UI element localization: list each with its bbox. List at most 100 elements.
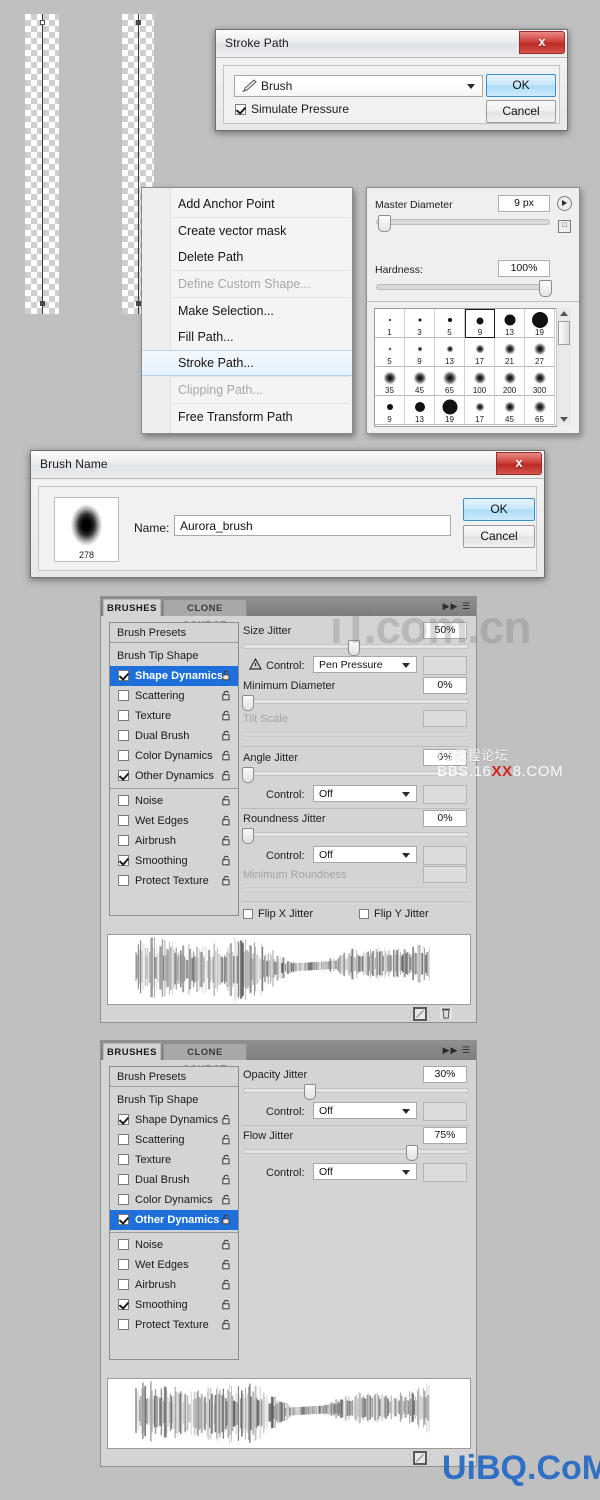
tab-clone-source[interactable]: CLONE SOURCE xyxy=(163,599,247,616)
menu-item-add-anchor-point[interactable]: Add Anchor Point xyxy=(142,191,352,217)
flip-x-checkbox[interactable] xyxy=(243,909,253,919)
brush-tip-cell[interactable]: 65 xyxy=(435,367,465,396)
brush-option-protect-texture[interactable]: Protect Texture xyxy=(110,1315,238,1335)
trash-icon[interactable] xyxy=(440,1007,452,1019)
scroll-up-icon[interactable] xyxy=(560,311,568,316)
brush-option-shape-dynamics[interactable]: Shape Dynamics xyxy=(110,1110,238,1130)
option-checkbox[interactable] xyxy=(118,1214,129,1225)
hardness-value[interactable]: 100% xyxy=(498,260,550,277)
lock-icon[interactable] xyxy=(221,690,232,701)
lock-icon[interactable] xyxy=(221,815,232,826)
cancel-button[interactable]: Cancel xyxy=(486,100,556,123)
min-diameter-thumb[interactable] xyxy=(242,695,254,711)
master-diameter-track[interactable] xyxy=(376,219,550,225)
angle-jitter-value[interactable]: 0% xyxy=(423,749,467,766)
brush-tip-cell[interactable]: 45 xyxy=(405,367,435,396)
lock-icon[interactable] xyxy=(221,1239,232,1250)
brush-tip-cell[interactable]: 5 xyxy=(435,309,465,338)
min-diameter-track[interactable] xyxy=(243,699,469,704)
roundness-control-combo[interactable]: Off xyxy=(313,846,417,863)
lock-icon[interactable] xyxy=(221,855,232,866)
angle-jitter-track[interactable] xyxy=(243,771,469,776)
brush-tip-cell[interactable]: 3 xyxy=(405,309,435,338)
roundness-control-extra[interactable] xyxy=(423,846,467,865)
brush-option-airbrush[interactable]: Airbrush xyxy=(110,1275,238,1295)
dialog-titlebar[interactable]: Brush Name x xyxy=(31,451,544,479)
brush-option-color-dynamics[interactable]: Color Dynamics xyxy=(110,746,238,766)
option-checkbox[interactable] xyxy=(118,1279,129,1290)
brush-tip-cell[interactable]: 200 xyxy=(495,367,525,396)
brush-option-smoothing[interactable]: Smoothing xyxy=(110,851,238,871)
menu-item-stroke-path[interactable]: Stroke Path... xyxy=(142,350,352,376)
brush-tip-cell[interactable]: 17 xyxy=(465,338,495,367)
path-anchor-start[interactable] xyxy=(40,20,45,25)
brush-option-scattering[interactable]: Scattering xyxy=(110,686,238,706)
new-brush-icon[interactable] xyxy=(413,1007,427,1021)
path-anchor-start[interactable] xyxy=(136,20,141,25)
menu-item-create-vector-mask[interactable]: Create vector mask xyxy=(142,218,352,244)
brush-option-wet-edges[interactable]: Wet Edges xyxy=(110,811,238,831)
option-checkbox[interactable] xyxy=(118,1154,129,1165)
brush-tip-cell[interactable]: 13 xyxy=(405,396,435,425)
stroke-tool-combo[interactable]: Brush xyxy=(234,75,483,97)
brush-option-airbrush[interactable]: Airbrush xyxy=(110,831,238,851)
brush-option-shape-dynamics[interactable]: Shape Dynamics xyxy=(110,666,238,686)
option-checkbox[interactable] xyxy=(118,1174,129,1185)
lock-icon[interactable] xyxy=(221,750,232,761)
size-control-combo[interactable]: Pen Pressure xyxy=(313,656,417,673)
brush-tip-cell[interactable]: 65 xyxy=(525,396,555,425)
opacity-jitter-track[interactable] xyxy=(243,1088,469,1093)
option-checkbox[interactable] xyxy=(118,1114,129,1125)
new-brush-icon[interactable] xyxy=(413,1451,427,1465)
brush-tip-cell[interactable]: 35 xyxy=(375,367,405,396)
brush-tip-cell[interactable]: 9 xyxy=(465,309,495,338)
path-anchor-end[interactable] xyxy=(40,301,45,306)
flip-y-checkbox[interactable] xyxy=(359,909,369,919)
close-icon[interactable]: x xyxy=(519,31,565,54)
option-checkbox[interactable] xyxy=(118,1319,129,1330)
brush-name-input[interactable]: Aurora_brush xyxy=(174,515,451,536)
angle-jitter-thumb[interactable] xyxy=(242,767,254,783)
option-checkbox[interactable] xyxy=(118,1239,129,1250)
lock-icon[interactable] xyxy=(221,1174,232,1185)
option-checkbox[interactable] xyxy=(118,1299,129,1310)
master-diameter-thumb[interactable] xyxy=(378,215,391,232)
size-jitter-thumb[interactable] xyxy=(348,640,360,656)
option-checkbox[interactable] xyxy=(118,835,129,846)
opacity-jitter-value[interactable]: 30% xyxy=(423,1066,467,1083)
picker-menu-icon[interactable] xyxy=(557,196,572,211)
brush-tip-cell[interactable]: 19 xyxy=(435,396,465,425)
hardness-thumb[interactable] xyxy=(539,280,552,297)
reset-icon[interactable]: □ xyxy=(558,220,571,233)
flow-jitter-value[interactable]: 75% xyxy=(423,1127,467,1144)
scroll-down-icon[interactable] xyxy=(560,417,568,422)
size-control-extra[interactable] xyxy=(423,656,467,675)
roundness-jitter-thumb[interactable] xyxy=(242,828,254,844)
opacity-control-extra[interactable] xyxy=(423,1102,467,1121)
menu-item-fill-path[interactable]: Fill Path... xyxy=(142,324,352,350)
menu-item-make-selection[interactable]: Make Selection... xyxy=(142,298,352,324)
brush-tip-cell[interactable]: 9 xyxy=(375,396,405,425)
brush-tip-cell[interactable]: 5 xyxy=(375,338,405,367)
brush-option-dual-brush[interactable]: Dual Brush xyxy=(110,726,238,746)
menu-item-delete-path[interactable]: Delete Path xyxy=(142,244,352,270)
simulate-pressure-checkbox[interactable] xyxy=(235,104,246,115)
lock-icon[interactable] xyxy=(221,770,232,781)
option-checkbox[interactable] xyxy=(118,855,129,866)
opacity-jitter-thumb[interactable] xyxy=(304,1084,316,1100)
angle-control-combo[interactable]: Off xyxy=(313,785,417,802)
lock-icon[interactable] xyxy=(221,835,232,846)
brush-option-color-dynamics[interactable]: Color Dynamics xyxy=(110,1190,238,1210)
option-checkbox[interactable] xyxy=(118,710,129,721)
lock-icon[interactable] xyxy=(221,670,232,681)
brush-option-other-dynamics[interactable]: Other Dynamics xyxy=(110,1210,238,1230)
ok-button[interactable]: OK xyxy=(486,74,556,97)
brush-option-protect-texture[interactable]: Protect Texture xyxy=(110,871,238,891)
lock-icon[interactable] xyxy=(221,1194,232,1205)
brush-tip-cell[interactable]: 27 xyxy=(525,338,555,367)
brush-grid-scrollbar[interactable] xyxy=(556,308,571,425)
brush-option-wet-edges[interactable]: Wet Edges xyxy=(110,1255,238,1275)
option-checkbox[interactable] xyxy=(118,795,129,806)
dialog-titlebar[interactable]: Stroke Path x xyxy=(216,30,567,58)
master-diameter-value[interactable]: 9 px xyxy=(498,195,550,212)
